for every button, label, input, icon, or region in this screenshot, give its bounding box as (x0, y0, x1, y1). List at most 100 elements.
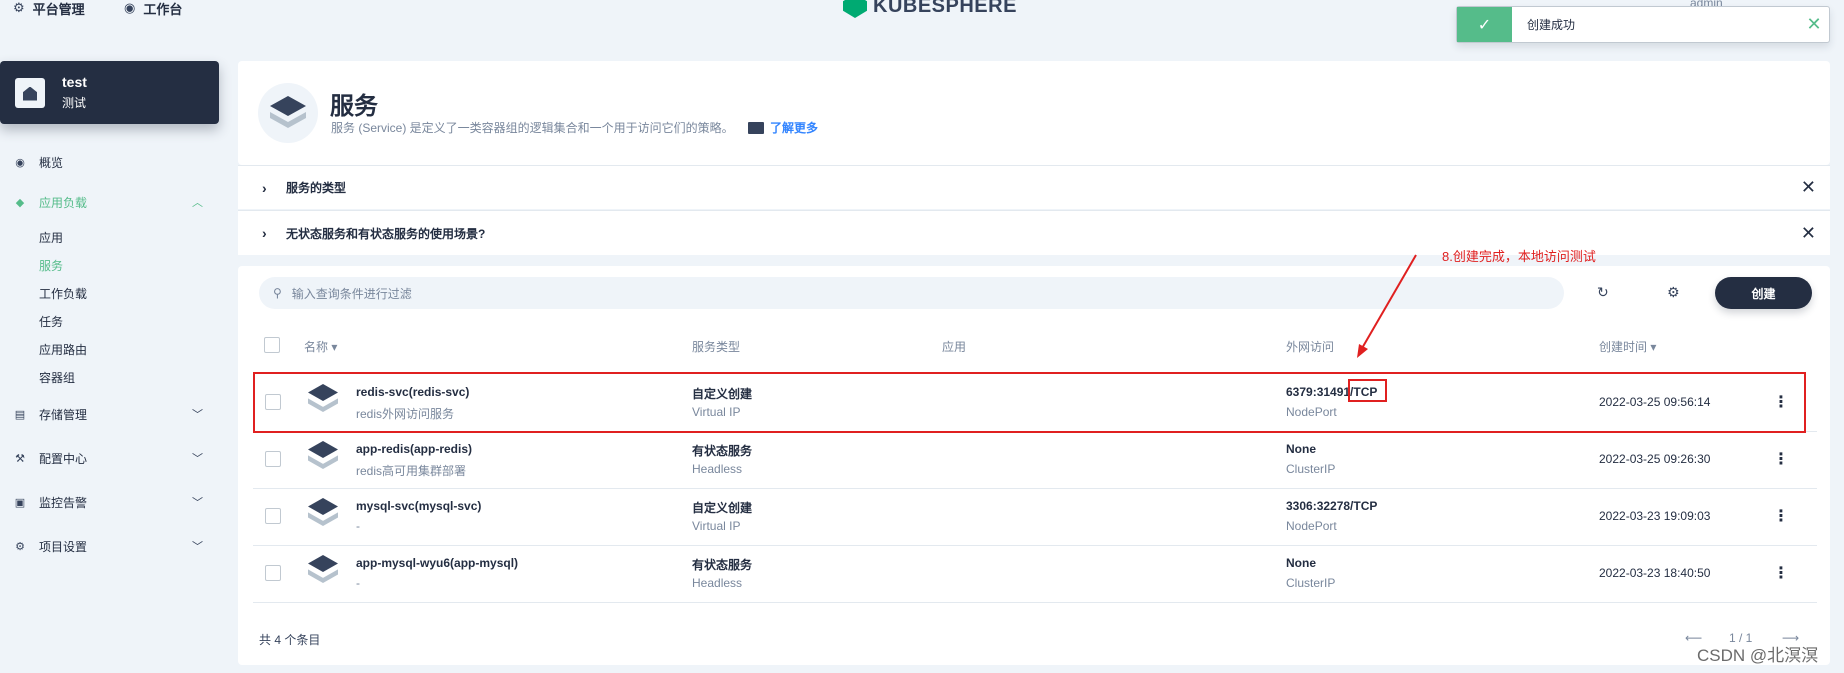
service-type: 有状态服务 (692, 444, 753, 458)
search-icon: ⚲ (273, 286, 282, 300)
created-time: 2022-03-25 09:26:30 (1599, 452, 1711, 466)
access-type: NodePort (1286, 519, 1337, 533)
row-checkbox[interactable] (265, 451, 281, 467)
service-type: 有状态服务 (692, 558, 753, 572)
row-checkbox[interactable] (265, 508, 281, 524)
logo-text: KUBESPHERE (873, 0, 1017, 17)
service-name[interactable]: mysql-svc(mysql-svc) (356, 499, 481, 513)
service-icon (308, 441, 338, 471)
sidebar-sub-services[interactable]: 服务 (39, 257, 63, 273)
sidebar-item-label: 监控告警 (39, 495, 88, 510)
faq-title: 无状态服务和有状态服务的使用场景? (286, 226, 486, 241)
faq-service-types[interactable]: › 服务的类型 ✕ (238, 165, 1830, 209)
sidebar-item-workloads[interactable]: ◆ 应用负载 ︿ (0, 192, 219, 212)
chevron-down-icon: ﹀ (192, 497, 203, 509)
annotation-text: 8.创建完成，本地访问测试 (1442, 249, 1596, 264)
project-alias: 测试 (62, 96, 87, 110)
faq-title: 服务的类型 (286, 181, 347, 195)
table-row[interactable]: mysql-svc(mysql-svc) - 自定义创建 Virtual IP … (253, 489, 1817, 546)
sidebar-sub-apps[interactable]: 应用 (39, 229, 63, 245)
table-row[interactable]: app-redis(app-redis) redis高可用集群部署 有状态服务 … (253, 432, 1817, 489)
sidebar-sub-workloads[interactable]: 工作负载 (39, 285, 87, 301)
sidebar-sub-pods[interactable]: 容器组 (39, 369, 75, 385)
layers-icon: ◆ (15, 196, 25, 209)
close-icon[interactable]: ✕ (1801, 223, 1816, 244)
platform-label: 平台管理 (32, 1, 85, 17)
table-row[interactable]: app-mysql-wyu6(app-mysql) - 有状态服务 Headle… (253, 546, 1817, 603)
created-time: 2022-03-23 19:09:03 (1599, 509, 1711, 523)
page-title: 服务 (330, 93, 378, 120)
sidebar-item-label: 概览 (39, 155, 64, 170)
service-ip-type: Headless (692, 462, 743, 476)
service-name[interactable]: app-mysql-wyu6(app-mysql) (356, 556, 518, 570)
service-desc: redis高可用集群部署 (356, 464, 467, 478)
settings-icon[interactable]: ⚙ (1667, 284, 1680, 301)
sidebar-item-settings[interactable]: ⚙ 项目设置 ﹀ (0, 536, 219, 556)
hammer-icon: ⚒ (15, 452, 25, 465)
check-icon: ✓ (1457, 7, 1512, 42)
toast-close-icon[interactable]: ✕ (1799, 14, 1829, 35)
project-name: test (62, 74, 87, 90)
service-desc: - (356, 519, 360, 533)
service-icon (308, 555, 338, 585)
gear-icon: ⚙ (13, 0, 25, 15)
refresh-icon[interactable]: ↻ (1597, 284, 1609, 301)
row-checkbox[interactable] (265, 565, 281, 581)
watermark: CSDN @北溟溟 (1697, 646, 1819, 665)
column-header-external-access: 外网访问 (1286, 340, 1335, 354)
logo-mark-icon (843, 0, 867, 18)
sidebar-item-monitoring[interactable]: ▣ 监控告警 ﹀ (0, 492, 219, 512)
kubesphere-logo[interactable]: KUBESPHERE (843, 0, 1017, 18)
sidebar-item-overview[interactable]: ◉ 概览 (0, 152, 219, 172)
more-actions-icon[interactable]: ⋮ (1773, 506, 1789, 526)
learn-more-link[interactable]: 了解更多 (748, 119, 818, 136)
chevron-down-icon: ﹀ (192, 453, 203, 465)
sidebar-item-config[interactable]: ⚒ 配置中心 ﹀ (0, 448, 219, 468)
more-actions-icon[interactable]: ⋮ (1773, 449, 1789, 469)
create-button[interactable]: 创建 (1715, 277, 1812, 309)
project-icon (15, 77, 45, 108)
chevron-down-icon: ﹀ (192, 409, 203, 421)
success-toast: ✓ 创建成功 ✕ (1456, 6, 1830, 43)
compass-icon: ◉ (124, 0, 136, 15)
column-header-type: 服务类型 (692, 340, 741, 354)
sidebar-sub-ingress[interactable]: 应用路由 (39, 341, 87, 357)
close-icon[interactable]: ✕ (1801, 177, 1816, 198)
select-all-checkbox[interactable] (264, 337, 280, 353)
annotation-arrow (1357, 254, 1417, 358)
book-icon (748, 121, 764, 134)
sidebar-item-label: 项目设置 (39, 539, 88, 554)
service-icon (308, 498, 338, 528)
platform-nav[interactable]: ⚙ 平台管理 (13, 0, 85, 17)
sidebar-sub-jobs[interactable]: 任务 (39, 313, 63, 329)
highlight-row-box (253, 372, 1806, 433)
sidebar-item-label: 配置中心 (39, 451, 88, 466)
sidebar-item-storage[interactable]: ▤ 存储管理 ﹀ (0, 404, 219, 424)
chevron-up-icon: ︿ (192, 197, 203, 209)
service-name[interactable]: app-redis(app-redis) (356, 442, 472, 456)
created-time: 2022-03-23 18:40:50 (1599, 566, 1711, 580)
external-port: None (1286, 442, 1316, 456)
search-placeholder: 输入查询条件进行过滤 (291, 286, 412, 301)
external-port: None (1286, 556, 1316, 570)
project-selector[interactable]: test 测试 (0, 61, 219, 124)
service-header-icon (258, 83, 318, 143)
highlight-port-box (1348, 379, 1387, 402)
external-port: 3306:32278/TCP (1286, 499, 1378, 513)
sidebar-item-label: 存储管理 (39, 407, 88, 422)
workbench-nav[interactable]: ◉ 工作台 (124, 0, 183, 17)
gear-icon: ⚙ (15, 540, 25, 553)
chevron-down-icon: ﹀ (192, 541, 203, 553)
service-desc: - (356, 576, 360, 590)
column-header-app: 应用 (942, 340, 967, 354)
monitor-icon: ▣ (14, 496, 26, 509)
chevron-right-icon: › (262, 179, 267, 196)
service-ip-type: Headless (692, 576, 743, 590)
more-actions-icon[interactable]: ⋮ (1773, 563, 1789, 583)
column-header-created[interactable]: 创建时间 ▾ (1599, 338, 1656, 355)
column-header-name[interactable]: 名称 ▾ (304, 338, 337, 355)
workbench-label: 工作台 (143, 1, 183, 17)
service-ip-type: Virtual IP (692, 519, 741, 533)
page-description: 服务 (Service) 是定义了一类容器组的逻辑集合和一个用于访问它们的策略。 (331, 121, 734, 135)
sidebar-item-label: 应用负载 (39, 195, 88, 210)
